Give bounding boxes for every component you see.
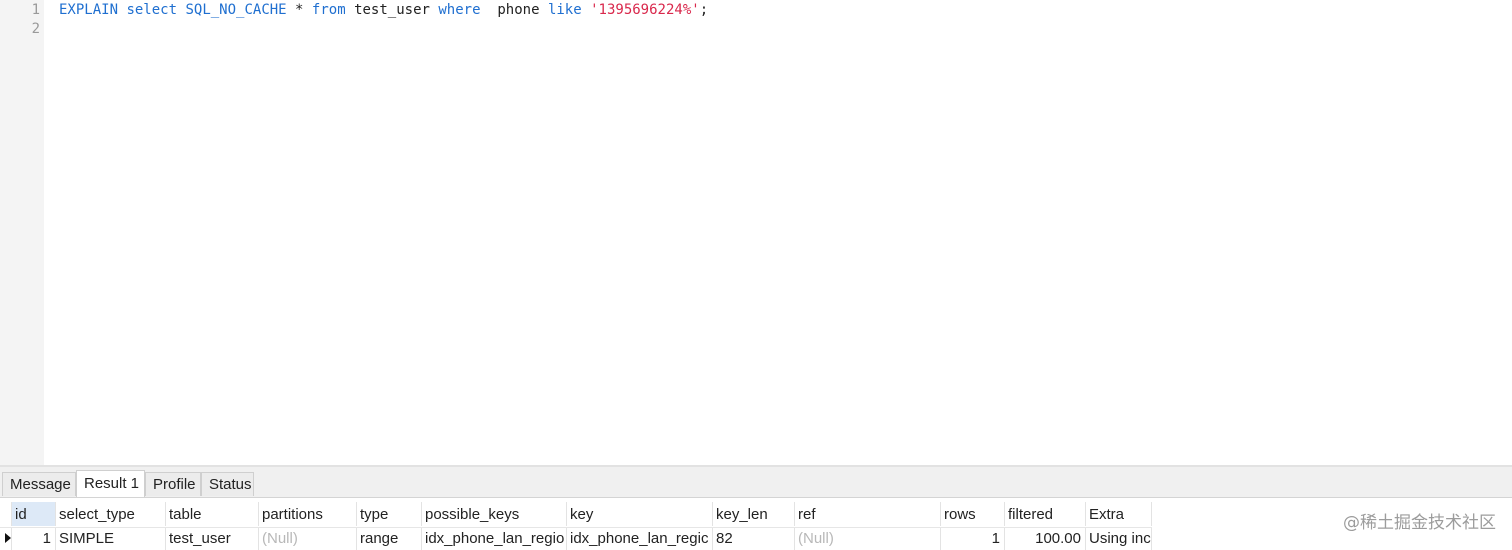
sql-keyword: SQL_NO_CACHE	[185, 2, 287, 18]
tab-profile[interactable]: Profile	[145, 472, 201, 496]
cell-filtered[interactable]: 100.00	[1005, 528, 1086, 550]
cell-ref[interactable]: (Null)	[795, 528, 941, 550]
result-grid[interactable]: id select_type table partitions type pos…	[0, 498, 1512, 550]
cell-select-type[interactable]: SIMPLE	[56, 528, 166, 550]
cell-partitions[interactable]: (Null)	[259, 528, 357, 550]
grid-header-row: id select_type table partitions type pos…	[0, 502, 1152, 526]
cell-rows[interactable]: 1	[941, 528, 1005, 550]
code-text: test_user	[345, 2, 439, 18]
line-number: 1	[31, 2, 40, 18]
code-text: ;	[699, 2, 709, 18]
watermark: @稀土掘金技术社区	[1343, 513, 1496, 533]
sql-keyword: like	[547, 2, 582, 18]
cell-id[interactable]: 1	[12, 528, 56, 550]
sql-keyword: select	[126, 2, 178, 18]
column-header-id[interactable]: id	[12, 502, 56, 526]
sql-editor[interactable]: 1 2 EXPLAIN select SQL_NO_CACHE * from t…	[0, 0, 1512, 466]
cell-table[interactable]: test_user	[166, 528, 259, 550]
row-header-corner	[0, 502, 12, 526]
sql-keyword: EXPLAIN	[59, 2, 119, 18]
code-text: *	[286, 2, 312, 18]
cell-extra[interactable]: Using inc	[1086, 528, 1152, 550]
code-text: phone	[480, 2, 548, 18]
column-header-extra[interactable]: Extra	[1086, 502, 1152, 526]
code-line-1[interactable]: EXPLAIN select SQL_NO_CACHE * from test_…	[59, 1, 708, 20]
line-number: 2	[31, 21, 40, 37]
cell-key[interactable]: idx_phone_lan_regic	[567, 528, 713, 550]
tab-message[interactable]: Message	[2, 472, 76, 496]
column-header-key-len[interactable]: key_len	[713, 502, 795, 526]
row-selector[interactable]	[0, 528, 12, 550]
column-header-select-type[interactable]: select_type	[56, 502, 166, 526]
sql-string: '1395696224%'	[590, 2, 700, 18]
column-header-possible-keys[interactable]: possible_keys	[422, 502, 567, 526]
tab-result-1[interactable]: Result 1	[76, 470, 145, 497]
column-header-type[interactable]: type	[357, 502, 422, 526]
cell-key-len[interactable]: 82	[713, 528, 795, 550]
column-header-rows[interactable]: rows	[941, 502, 1005, 526]
tab-status[interactable]: Status	[201, 472, 254, 496]
column-header-filtered[interactable]: filtered	[1005, 502, 1086, 526]
result-tabbar: Message Result 1 Profile Status	[0, 467, 1512, 498]
column-header-table[interactable]: table	[166, 502, 259, 526]
sql-keyword: where	[438, 2, 481, 18]
column-header-partitions[interactable]: partitions	[259, 502, 357, 526]
sql-keyword: from	[311, 2, 346, 18]
current-row-arrow-icon	[5, 533, 11, 543]
column-header-key[interactable]: key	[567, 502, 713, 526]
cell-type[interactable]: range	[357, 528, 422, 550]
cell-possible-keys[interactable]: idx_phone_lan_regio	[422, 528, 567, 550]
line-number-gutter: 1 2	[0, 0, 44, 466]
table-row[interactable]: 1 SIMPLE test_user (Null) range idx_phon…	[0, 527, 1152, 550]
column-header-ref[interactable]: ref	[795, 502, 941, 526]
